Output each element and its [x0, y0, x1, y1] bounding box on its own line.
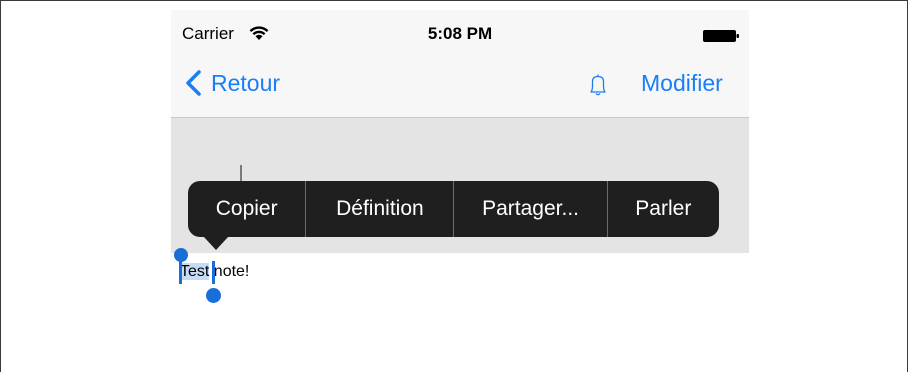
edit-button[interactable]: Modifier: [641, 70, 723, 97]
status-time: 5:08 PM: [427, 24, 493, 43]
unselected-text: note!: [209, 263, 250, 280]
menu-item-copy[interactable]: Copier: [188, 181, 307, 237]
menu-arrow: [203, 236, 229, 250]
menu-item-speak[interactable]: Parler: [608, 181, 719, 237]
selection-start-handle[interactable]: [174, 248, 188, 262]
battery-icon: [703, 30, 739, 42]
status-bar: Carrier 5:08 PM: [171, 10, 749, 46]
bell-icon[interactable]: [587, 72, 609, 98]
menu-item-definition[interactable]: Définition: [306, 181, 455, 237]
selected-text: Test: [180, 263, 210, 280]
chevron-left-icon: [186, 70, 201, 96]
selection-end-bar: [212, 261, 215, 284]
navigation-bar: Retour Modifier: [171, 46, 749, 118]
menu-item-share[interactable]: Partager...: [454, 181, 608, 237]
selection-end-handle[interactable]: [206, 288, 221, 303]
edit-context-menu: Copier Définition Partager... Parler: [188, 181, 719, 237]
back-button[interactable]: Retour: [185, 70, 280, 96]
selection-start-bar: [179, 261, 182, 284]
back-label: Retour: [211, 69, 281, 96]
phone-screen: Carrier 5:08 PM Retour Modifier Copier D…: [171, 10, 749, 372]
